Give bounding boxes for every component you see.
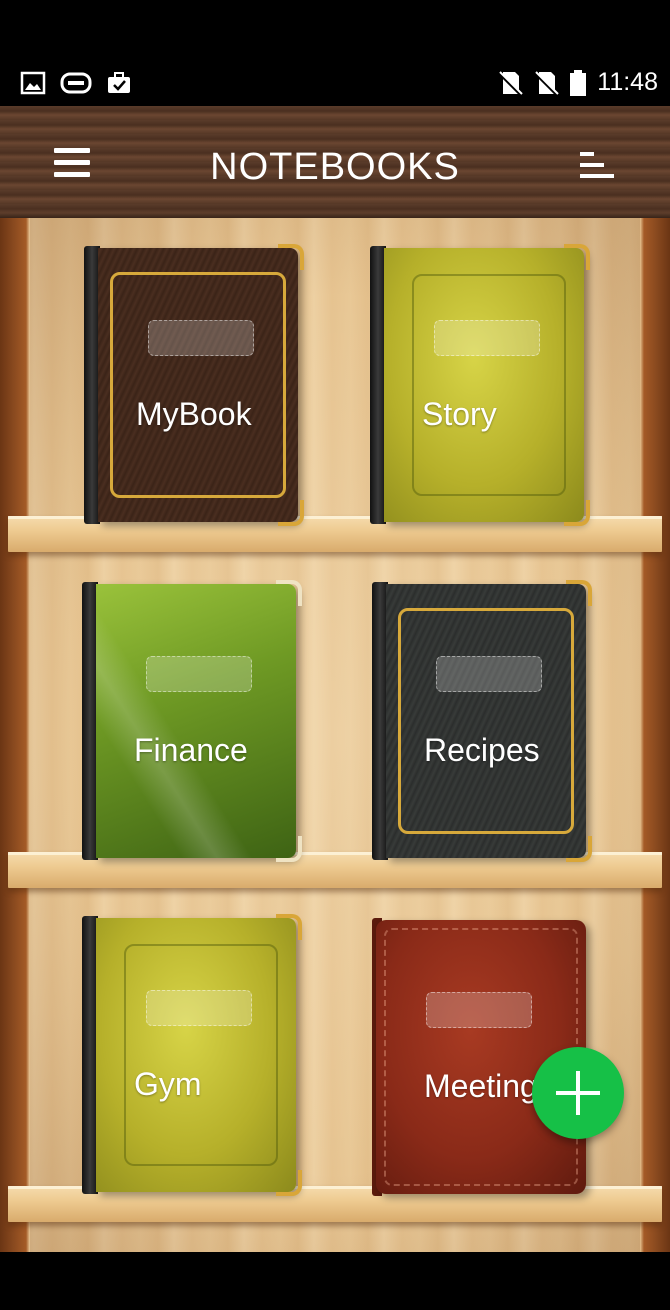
navigation-bar <box>0 1252 670 1310</box>
notebook-gym[interactable]: Gym <box>82 914 302 1196</box>
gamepad-icon <box>60 72 92 94</box>
notebook-label: Recipes <box>424 732 540 768</box>
notebook-label: Finance <box>134 732 248 768</box>
no-sim-icon <box>534 70 559 96</box>
sort-icon[interactable] <box>580 150 616 180</box>
app-bar: NOTEBOOKS <box>0 106 670 218</box>
add-notebook-button[interactable] <box>532 1047 624 1139</box>
status-bar: 11:48 <box>0 60 670 106</box>
briefcase-check-icon <box>108 72 130 93</box>
battery-icon <box>570 69 587 96</box>
notebook-label: Meeting <box>424 1068 538 1104</box>
notebook-label: MyBook <box>136 396 252 432</box>
notebook-mybook[interactable]: MyBook <box>84 244 304 526</box>
image-icon <box>20 71 46 95</box>
notebook-label: Gym <box>134 1066 202 1102</box>
notebook-finance[interactable]: Finance <box>82 580 302 862</box>
notebook-label: Story <box>422 396 497 432</box>
status-time: 11:48 <box>597 68 658 96</box>
notebook-story[interactable]: Story <box>370 244 590 526</box>
notebook-recipes[interactable]: Recipes <box>372 580 592 862</box>
no-sim-icon <box>498 70 523 96</box>
page-title: NOTEBOOKS <box>210 146 460 188</box>
